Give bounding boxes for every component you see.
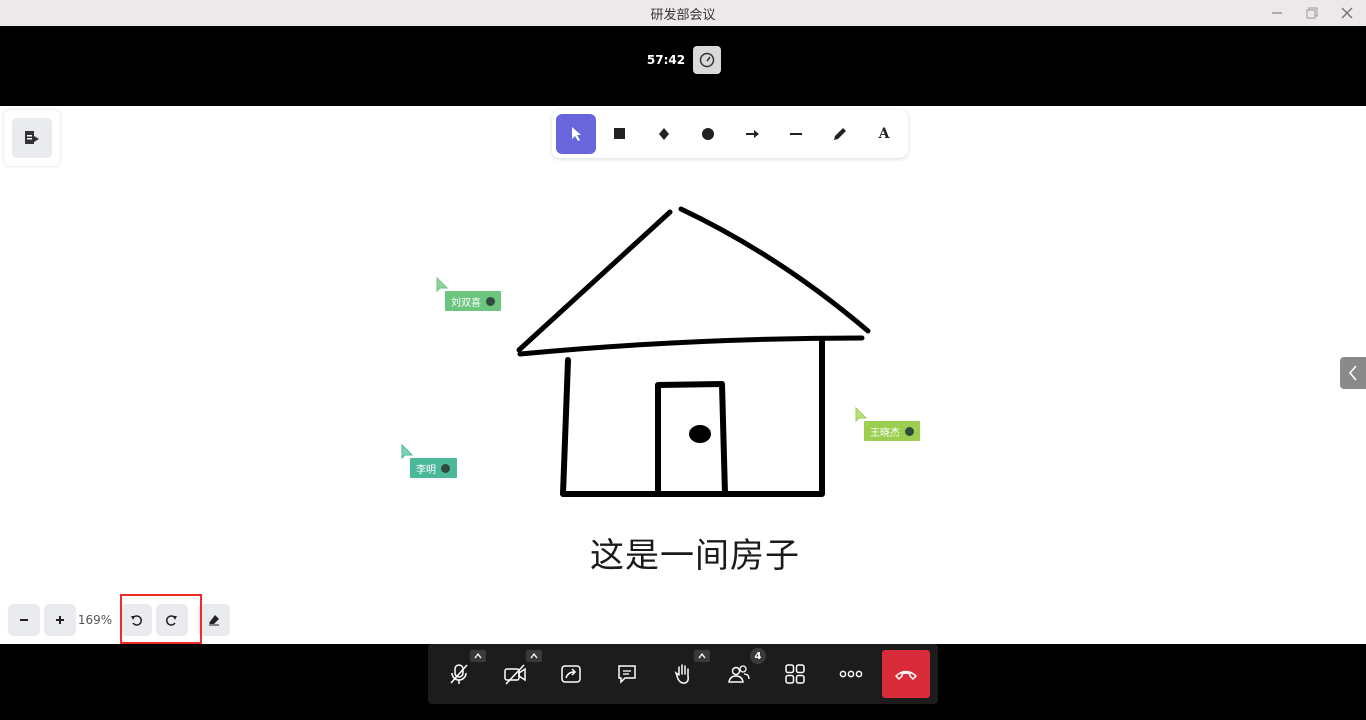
- chevron-up-icon: [698, 653, 706, 659]
- hand-options-caret[interactable]: [694, 650, 710, 662]
- roof-base-stroke: [517, 335, 865, 357]
- chevron-left-icon: [1348, 365, 1357, 381]
- chevron-up-icon: [530, 653, 538, 659]
- leave-meeting-button[interactable]: [882, 650, 930, 698]
- wall-stroke: [560, 339, 825, 497]
- camera-button[interactable]: [499, 658, 531, 690]
- microphone-options-caret[interactable]: [470, 650, 486, 662]
- microphone-muted-icon: [450, 664, 468, 684]
- window-titlebar: 研发部会议: [0, 0, 1366, 26]
- meeting-timer: 57:42: [646, 53, 686, 67]
- more-button[interactable]: [835, 658, 867, 690]
- chevron-up-icon: [474, 653, 482, 659]
- camera-options-caret[interactable]: [526, 650, 542, 662]
- chat-button[interactable]: [611, 658, 643, 690]
- cursor-user-name: 王晓杰: [870, 427, 900, 439]
- zoom-level[interactable]: 169%: [76, 613, 114, 627]
- share-screen-icon: [561, 665, 581, 683]
- eraser-icon: [209, 615, 219, 626]
- close-icon[interactable]: [1330, 0, 1364, 26]
- raise-hand-button[interactable]: [667, 658, 699, 690]
- participant-count-badge: 4: [750, 648, 766, 664]
- cursor-label: 李明: [410, 458, 457, 478]
- participants-button[interactable]: [723, 658, 755, 690]
- chat-icon: [618, 665, 636, 684]
- plus-icon: [56, 616, 64, 624]
- meeting-toolbar: 4: [428, 644, 938, 704]
- whiteboard-canvas[interactable]: A 这是一间房子 刘双喜 王晓杰 李明 169%: [0, 106, 1366, 644]
- cursor-user-name: 李明: [416, 464, 436, 476]
- sidebar-toggle[interactable]: [1340, 357, 1366, 389]
- camera-off-icon: [504, 664, 526, 685]
- roof-left-stroke: [516, 209, 673, 353]
- hand-icon: [674, 664, 689, 684]
- participants-icon: [728, 665, 750, 683]
- undo-redo-highlight: [120, 594, 202, 644]
- cursor-label: 刘双喜: [445, 291, 501, 311]
- drawing-caption: 这是一间房子: [590, 536, 800, 576]
- hang-up-icon: [895, 670, 917, 680]
- share-screen-button[interactable]: [555, 658, 587, 690]
- network-speed-button[interactable]: [693, 46, 721, 74]
- window-title: 研发部会议: [650, 7, 716, 23]
- eraser-button[interactable]: [198, 604, 230, 636]
- cursor-label: 王晓杰: [864, 421, 920, 441]
- grid-icon: [785, 664, 805, 684]
- cursor-user-name: 刘双喜: [451, 297, 481, 309]
- restore-icon[interactable]: [1295, 0, 1329, 26]
- zoom-out-button[interactable]: [8, 604, 40, 636]
- layout-button[interactable]: [779, 658, 811, 690]
- more-icon: [839, 670, 863, 678]
- gauge-icon: [699, 52, 715, 68]
- roof-right-stroke: [678, 206, 871, 334]
- zoom-in-button[interactable]: [44, 604, 76, 636]
- microphone-button[interactable]: [443, 658, 475, 690]
- door-knob: [689, 425, 711, 443]
- minus-icon: [20, 619, 28, 621]
- minimize-icon[interactable]: [1260, 0, 1294, 26]
